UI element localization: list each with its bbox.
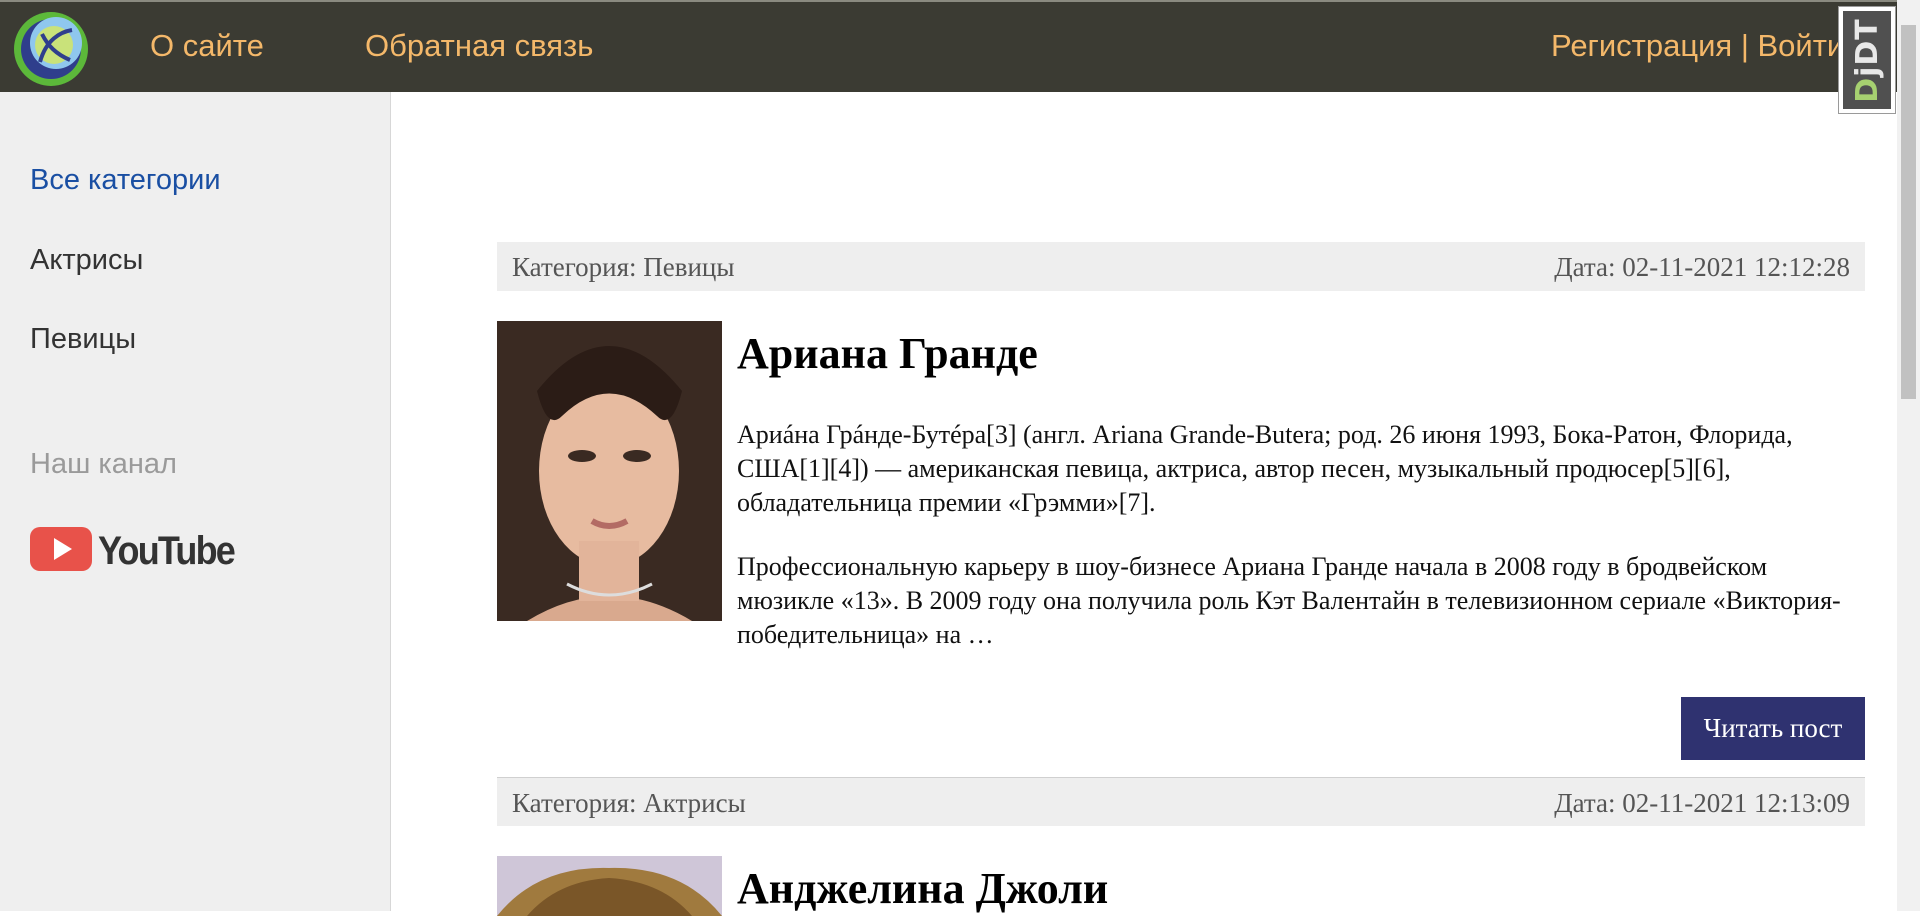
post-excerpt-paragraph: Профессиональную карьеру в шоу-бизнесе А… — [737, 552, 1841, 649]
post-thumbnail — [497, 856, 722, 916]
auth-links: Регистрация | Войти — [1551, 28, 1844, 64]
sidebar-item-singers[interactable]: Певицы — [30, 323, 136, 356]
post-meta-bar: Категория: Певицы Дата: 02-11-2021 12:12… — [497, 242, 1865, 291]
post-thumbnail — [497, 321, 722, 621]
youtube-logo-link[interactable]: YouTube — [30, 525, 236, 575]
top-nav-bar: О сайте Обратная связь Регистрация | Вой… — [0, 0, 1920, 114]
post-date: Дата: 02-11-2021 12:13:09 — [1554, 788, 1850, 818]
post-excerpt-paragraph: Ариáна Грáнде-Бутéра[3] (англ. Ariana Gr… — [737, 420, 1793, 517]
nav-feedback-link[interactable]: Обратная связь — [365, 28, 593, 64]
post-category: Категория: Певицы — [512, 252, 735, 282]
channel-heading: Наш канал — [30, 448, 177, 480]
youtube-wordmark: YouTube — [98, 529, 235, 573]
post-title[interactable]: Ариана Гранде — [737, 328, 1038, 379]
debug-toolbar-handle[interactable]: DjDT — [1838, 6, 1896, 114]
sidebar: Все категории Актрисы Певицы Наш канал Y… — [0, 92, 391, 911]
post-date: Дата: 02-11-2021 12:12:28 — [1554, 252, 1850, 282]
read-post-button[interactable]: Читать пост — [1681, 697, 1865, 760]
debug-toolbar-badge: DjDT — [1843, 11, 1891, 109]
post-category: Категория: Актрисы — [512, 788, 746, 818]
auth-separator: | — [1732, 28, 1758, 63]
sidebar-item-actresses[interactable]: Актрисы — [30, 244, 143, 277]
site-logo[interactable] — [12, 10, 90, 88]
post-title[interactable]: Анджелина Джоли — [737, 863, 1108, 914]
debug-toolbar-label: DjDT — [1849, 17, 1885, 103]
scrollbar-thumb[interactable] — [1901, 25, 1916, 399]
page-scrollbar[interactable] — [1897, 0, 1920, 911]
sidebar-item-all-categories[interactable]: Все категории — [30, 164, 221, 197]
post-meta-bar: Категория: Актрисы Дата: 02-11-2021 12:1… — [497, 777, 1865, 826]
register-link[interactable]: Регистрация — [1551, 28, 1732, 63]
login-link[interactable]: Войти — [1758, 28, 1845, 63]
nav-about-link[interactable]: О сайте — [150, 28, 264, 64]
